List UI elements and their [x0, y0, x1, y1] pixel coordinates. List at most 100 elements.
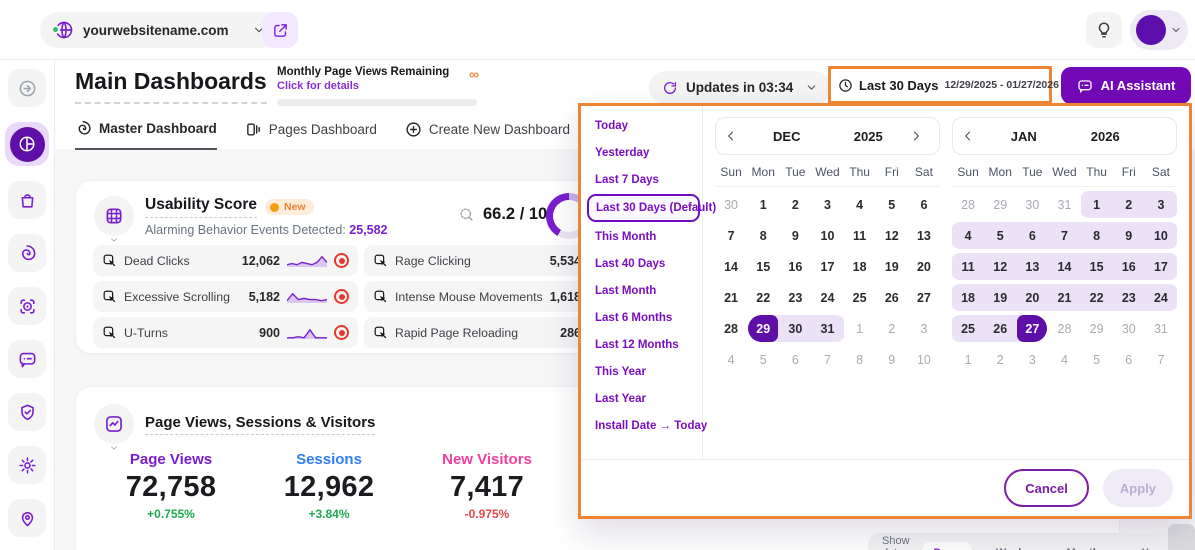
day-cell[interactable]: 19: [876, 251, 908, 282]
day-cell[interactable]: 22: [747, 282, 779, 313]
day-cell[interactable]: 4: [952, 220, 984, 251]
sidebar-item-spiral[interactable]: [8, 234, 46, 272]
day-cell[interactable]: 5: [984, 220, 1016, 251]
day-cell[interactable]: 2: [1113, 189, 1145, 220]
day-cell[interactable]: 19: [984, 282, 1016, 313]
day-cell[interactable]: 27: [1016, 313, 1048, 344]
metric-row[interactable]: Dead Clicks12,062: [93, 245, 358, 276]
day-cell[interactable]: 14: [715, 251, 747, 282]
day-cell[interactable]: 1: [952, 344, 984, 375]
day-cell[interactable]: 6: [779, 344, 811, 375]
day-cell[interactable]: 24: [811, 282, 843, 313]
tab-pages-dashboard[interactable]: Pages Dashboard: [245, 120, 377, 150]
day-cell[interactable]: 23: [779, 282, 811, 313]
day-cell[interactable]: 23: [1113, 282, 1145, 313]
preset-last-7-days[interactable]: Last 7 Days: [595, 174, 694, 186]
day-cell[interactable]: 6: [1113, 344, 1145, 375]
prev-month-icon[interactable]: [724, 129, 738, 143]
day-cell[interactable]: 3: [1145, 189, 1177, 220]
pvsv-icon[interactable]: [94, 404, 134, 444]
cancel-button[interactable]: Cancel: [1004, 469, 1089, 507]
preset-this-year[interactable]: This Year: [595, 366, 694, 378]
tab-create-new-dashboard[interactable]: Create New Dashboard: [405, 120, 570, 150]
date-range-button[interactable]: Last 30 Days 12/29/2025 - 01/27/2026: [828, 66, 1052, 104]
day-cell[interactable]: 30: [1113, 313, 1145, 344]
day-cell[interactable]: 11: [952, 251, 984, 282]
sidebar-item-camera[interactable]: [8, 287, 46, 325]
day-cell[interactable]: 10: [908, 344, 940, 375]
day-cell[interactable]: 21: [715, 282, 747, 313]
updates-timer[interactable]: Updates in 03:34: [649, 71, 831, 104]
day-cell[interactable]: 29: [984, 189, 1016, 220]
day-cell[interactable]: 10: [1145, 220, 1177, 251]
ideas-button[interactable]: [1086, 12, 1122, 48]
day-cell[interactable]: 2: [779, 189, 811, 220]
day-cell[interactable]: 5: [876, 189, 908, 220]
day-cell[interactable]: 1: [747, 189, 779, 220]
day-cell[interactable]: 4: [1048, 344, 1080, 375]
account-menu[interactable]: [1130, 10, 1188, 50]
day-cell[interactable]: 15: [747, 251, 779, 282]
day-cell[interactable]: 16: [1113, 251, 1145, 282]
day-cell[interactable]: 9: [779, 220, 811, 251]
preset-last-month[interactable]: Last Month: [595, 285, 694, 297]
day-cell[interactable]: 30: [779, 313, 811, 344]
day-cell[interactable]: 5: [747, 344, 779, 375]
day-cell[interactable]: 18: [844, 251, 876, 282]
sidebar-item-shield[interactable]: [8, 393, 46, 431]
preset-today[interactable]: Today: [595, 120, 694, 132]
day-cell[interactable]: 12: [876, 220, 908, 251]
record-dot-icon[interactable]: [334, 325, 349, 340]
apply-button[interactable]: Apply: [1103, 469, 1173, 507]
day-cell[interactable]: 31: [811, 313, 843, 344]
day-cell[interactable]: 2: [876, 313, 908, 344]
next-month-icon[interactable]: [909, 129, 923, 143]
day-cell[interactable]: 28: [952, 189, 984, 220]
day-cell[interactable]: 6: [908, 189, 940, 220]
mpv-details-link[interactable]: Click for details: [277, 80, 477, 92]
show-data-by-weeks[interactable]: Weeks: [984, 542, 1043, 550]
preset-last-year[interactable]: Last Year: [595, 393, 694, 405]
prev-month-icon[interactable]: [961, 129, 975, 143]
day-cell[interactable]: 30: [715, 189, 747, 220]
day-cell[interactable]: 14: [1048, 251, 1080, 282]
day-cell[interactable]: 20: [1016, 282, 1048, 313]
day-cell[interactable]: 27: [908, 282, 940, 313]
day-cell[interactable]: 26: [876, 282, 908, 313]
day-cell[interactable]: 3: [908, 313, 940, 344]
day-cell[interactable]: 28: [715, 313, 747, 344]
day-cell[interactable]: 6: [1016, 220, 1048, 251]
show-data-by-months[interactable]: Months: [1054, 542, 1117, 550]
show-data-by-days[interactable]: Days: [922, 542, 972, 550]
day-cell[interactable]: 4: [844, 189, 876, 220]
preset-this-month[interactable]: This Month: [595, 231, 694, 243]
tab-master-dashboard[interactable]: Master Dashboard: [75, 120, 217, 150]
day-cell[interactable]: 4: [715, 344, 747, 375]
record-dot-icon[interactable]: [334, 289, 349, 304]
day-cell[interactable]: 24: [1145, 282, 1177, 313]
day-cell[interactable]: 9: [1113, 220, 1145, 251]
metric-row[interactable]: Excessive Scrolling5,182: [93, 281, 358, 312]
ai-assistant-button[interactable]: AI Assistant: [1061, 67, 1191, 104]
preset-last-30-days-default-[interactable]: Last 30 Days (Default): [587, 194, 700, 222]
day-cell[interactable]: 8: [747, 220, 779, 251]
day-cell[interactable]: 7: [1048, 220, 1080, 251]
website-selector[interactable]: yourwebsitename.com: [40, 12, 280, 48]
preset-last-12-months[interactable]: Last 12 Months: [595, 339, 694, 351]
day-cell[interactable]: 13: [1016, 251, 1048, 282]
day-cell[interactable]: 3: [811, 189, 843, 220]
day-cell[interactable]: 30: [1016, 189, 1048, 220]
day-cell[interactable]: 1: [844, 313, 876, 344]
sidebar-item-arrowcircle[interactable]: [8, 69, 46, 107]
day-cell[interactable]: 2: [984, 344, 1016, 375]
scrollbar-thumb[interactable]: [1168, 524, 1195, 550]
record-dot-icon[interactable]: [334, 253, 349, 268]
day-cell[interactable]: 13: [908, 220, 940, 251]
open-site-button[interactable]: [262, 12, 298, 48]
day-cell[interactable]: 16: [779, 251, 811, 282]
day-cell[interactable]: 25: [952, 313, 984, 344]
day-cell[interactable]: 3: [1016, 344, 1048, 375]
day-cell[interactable]: 26: [984, 313, 1016, 344]
day-cell[interactable]: 7: [1145, 344, 1177, 375]
day-cell[interactable]: 28: [1048, 313, 1080, 344]
